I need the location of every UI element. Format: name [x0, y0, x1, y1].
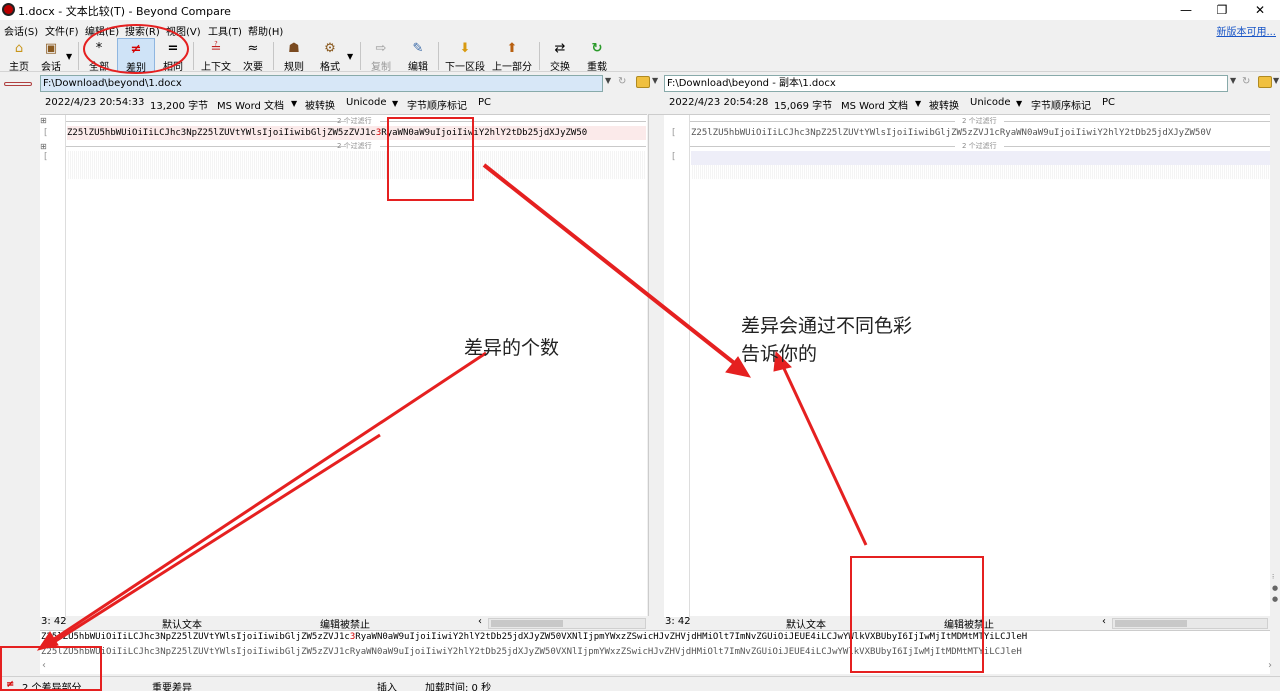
compare-diff-highlight-box — [850, 556, 984, 673]
annotation-overlay — [36, 24, 868, 651]
annotation-diff-count: 差异的个数 — [464, 337, 560, 359]
diff-count-highlight-box — [0, 646, 102, 691]
toolbar-highlight-ellipse — [83, 24, 189, 74]
left-diff-highlight-box — [387, 117, 474, 201]
annotation-color-note-line1: 差异会通过不同色彩 — [741, 315, 913, 337]
arrow-to-diff-count — [36, 351, 487, 651]
arrow-to-status — [53, 433, 381, 644]
arrow-to-color-note-up — [773, 350, 868, 546]
annotation-color-note-line2: 告诉你的 — [741, 343, 818, 365]
